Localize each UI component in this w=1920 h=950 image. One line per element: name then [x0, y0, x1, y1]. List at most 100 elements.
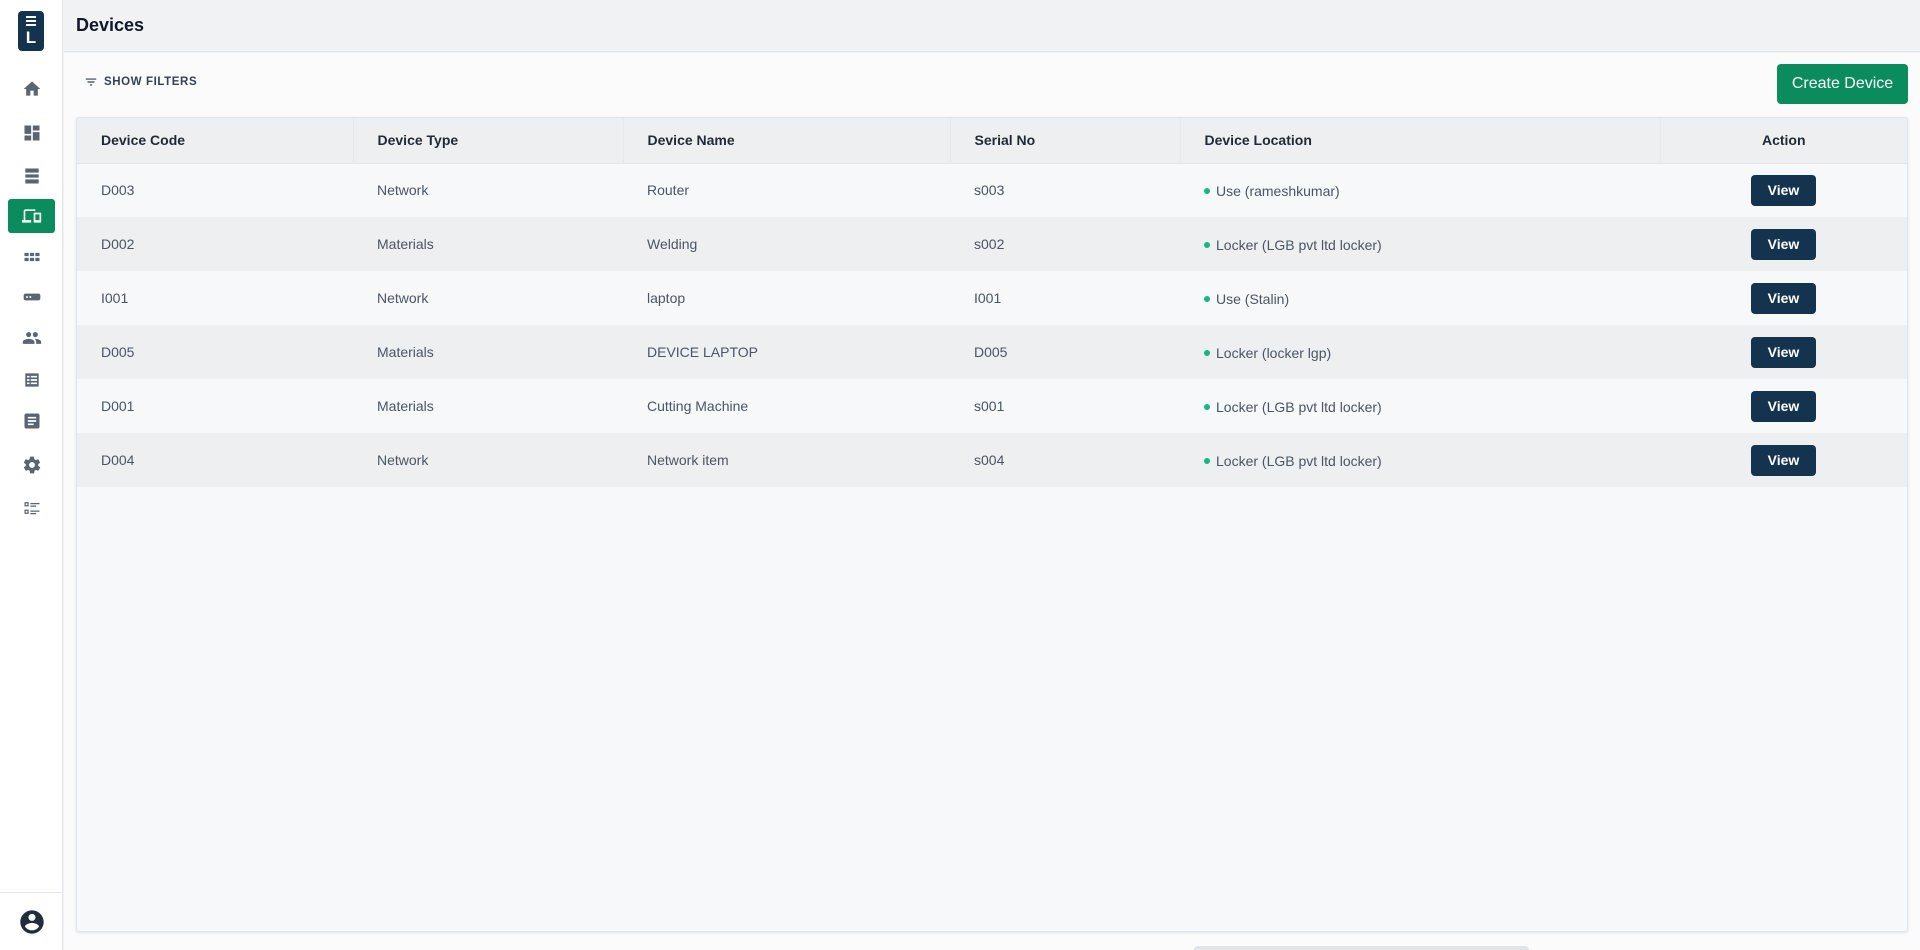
cell-serial-no: s003	[974, 182, 1005, 199]
cell-device-code: D001	[101, 398, 135, 414]
sidebar-item-users[interactable]	[8, 321, 55, 355]
users-icon	[22, 332, 41, 344]
cell-serial-no: D005	[974, 344, 1008, 360]
show-filters-label: SHOW FILTERS	[104, 76, 198, 88]
table-list-icon	[24, 373, 39, 387]
sidebar-item-storage[interactable]	[8, 159, 55, 193]
devices-table: Device Code Device Type Device Name Seri…	[77, 118, 1907, 487]
page-header: Devices	[64, 0, 1920, 52]
view-button[interactable]: View	[1751, 174, 1816, 206]
cell-device-name: Cutting Machine	[647, 398, 749, 414]
cell-serial-no: I001	[974, 290, 1002, 306]
cell-serial-no: s001	[974, 398, 1005, 414]
status-dot-icon	[1204, 458, 1210, 464]
devices-icon	[21, 209, 41, 223]
sidebar-item-table[interactable]	[8, 363, 55, 397]
sidebar-item-cards[interactable]	[8, 280, 55, 314]
cell-device-name: Router	[647, 182, 690, 199]
cell-action: View	[1660, 271, 1907, 325]
table-row[interactable]: D002 Materials Welding s002 Locker (LGB …	[77, 217, 1907, 271]
cell-device-code: D002	[101, 236, 135, 252]
location-text: Locker (LGB pvt ltd locker)	[1216, 453, 1382, 469]
sidebar-item-documents[interactable]	[8, 404, 55, 438]
cell-serial-no: s004	[974, 452, 1005, 468]
cell-device-code: D004	[101, 452, 135, 468]
location-text: Locker (LGB pvt ltd locker)	[1216, 399, 1382, 415]
cell-action: View	[1660, 433, 1907, 487]
location-text: Use (Stalin)	[1216, 291, 1290, 307]
card-icon	[23, 293, 40, 301]
sidebar-item-settings[interactable]	[8, 448, 55, 482]
cell-action: View	[1660, 325, 1907, 379]
cell-device-type: Network	[377, 182, 429, 199]
view-button[interactable]: View	[1751, 336, 1816, 368]
cell-device-type: Materials	[377, 398, 434, 414]
cell-device-type: Materials	[377, 236, 434, 252]
dashboard-icon	[24, 125, 39, 141]
apps-grid-icon	[24, 252, 39, 262]
table-row[interactable]: D003 Network Router s003 Use (rameshkuma…	[77, 163, 1907, 217]
view-button[interactable]: View	[1751, 282, 1816, 314]
cell-action: View	[1660, 379, 1907, 433]
sidebar: L	[0, 0, 63, 950]
table-row[interactable]: I001 Network laptop I001 Use (Stalin) Vi…	[77, 271, 1907, 325]
document-icon	[24, 413, 39, 429]
create-device-button[interactable]: Create Device	[1777, 64, 1908, 104]
sidebar-item-devices[interactable]	[8, 199, 55, 233]
cell-device-type: Network	[377, 290, 429, 306]
status-dot-icon	[1204, 296, 1210, 302]
home-icon	[23, 81, 40, 96]
settings-icon	[23, 456, 40, 474]
status-dot-icon	[1204, 350, 1210, 356]
column-header-device-code[interactable]: Device Code	[77, 118, 354, 163]
status-dot-icon	[1204, 242, 1210, 248]
table-row[interactable]: D004 Network Network item s004 Locker (L…	[77, 433, 1907, 487]
cell-device-code: I001	[101, 290, 129, 306]
table-row[interactable]: D005 Materials DEVICE LAPTOP D005 Locker…	[77, 325, 1907, 379]
cell-action: View	[1660, 217, 1907, 271]
logo-bars-icon	[26, 16, 36, 26]
location-text: Locker (locker lgp)	[1216, 345, 1332, 361]
filter-icon	[85, 78, 97, 86]
sidebar-item-home[interactable]	[8, 72, 55, 106]
table-row[interactable]: D001 Materials Cutting Machine s001 Lock…	[77, 379, 1907, 433]
cell-device-code: D003	[101, 182, 135, 199]
sidebar-item-checklist[interactable]	[8, 491, 55, 525]
cell-device-location: Use (rameshkumar)	[1180, 163, 1660, 217]
app-logo[interactable]: L	[18, 11, 44, 51]
cell-device-location: Locker (LGB pvt ltd locker)	[1180, 433, 1660, 487]
devices-table-card: Device Code Device Type Device Name Seri…	[76, 117, 1908, 932]
cell-device-type: Materials	[377, 344, 434, 360]
location-text: Locker (LGB pvt ltd locker)	[1216, 237, 1382, 253]
bottom-overlay-edge	[1194, 946, 1529, 950]
cell-device-name: DEVICE LAPTOP	[647, 344, 759, 360]
view-button[interactable]: View	[1751, 444, 1816, 476]
show-filters-button[interactable]: SHOW FILTERS	[84, 75, 197, 89]
sidebar-account[interactable]	[0, 892, 63, 950]
cell-device-name: laptop	[647, 290, 686, 306]
cell-device-name: Welding	[647, 236, 698, 252]
account-circle-icon	[19, 909, 44, 934]
column-header-device-name[interactable]: Device Name	[623, 118, 951, 163]
column-header-device-type[interactable]: Device Type	[353, 118, 624, 163]
cell-device-type: Network	[377, 452, 429, 468]
sidebar-item-apps[interactable]	[8, 240, 55, 274]
view-button[interactable]: View	[1751, 228, 1816, 260]
status-dot-icon	[1204, 404, 1210, 410]
cell-device-name: Network item	[647, 452, 729, 468]
table-header-row: Device Code Device Type Device Name Seri…	[77, 118, 1907, 163]
page-title: Devices	[76, 15, 145, 35]
cell-device-location: Locker (LGB pvt ltd locker)	[1180, 379, 1660, 433]
column-header-action: Action	[1761, 132, 1806, 149]
cell-device-location: Locker (locker lgp)	[1180, 325, 1660, 379]
sidebar-item-dashboard[interactable]	[8, 116, 55, 150]
column-header-serial-no[interactable]: Serial No	[950, 118, 1181, 163]
view-button[interactable]: View	[1751, 390, 1816, 422]
cell-device-location: Use (Stalin)	[1180, 271, 1660, 325]
cell-device-location: Locker (LGB pvt ltd locker)	[1180, 217, 1660, 271]
cell-serial-no: s002	[974, 236, 1005, 252]
cell-device-code: D005	[101, 344, 135, 360]
location-text: Use (rameshkumar)	[1216, 183, 1340, 200]
column-header-device-location[interactable]: Device Location	[1180, 118, 1661, 163]
main-content: SHOW FILTERS Create Device Device Code D…	[64, 53, 1920, 950]
